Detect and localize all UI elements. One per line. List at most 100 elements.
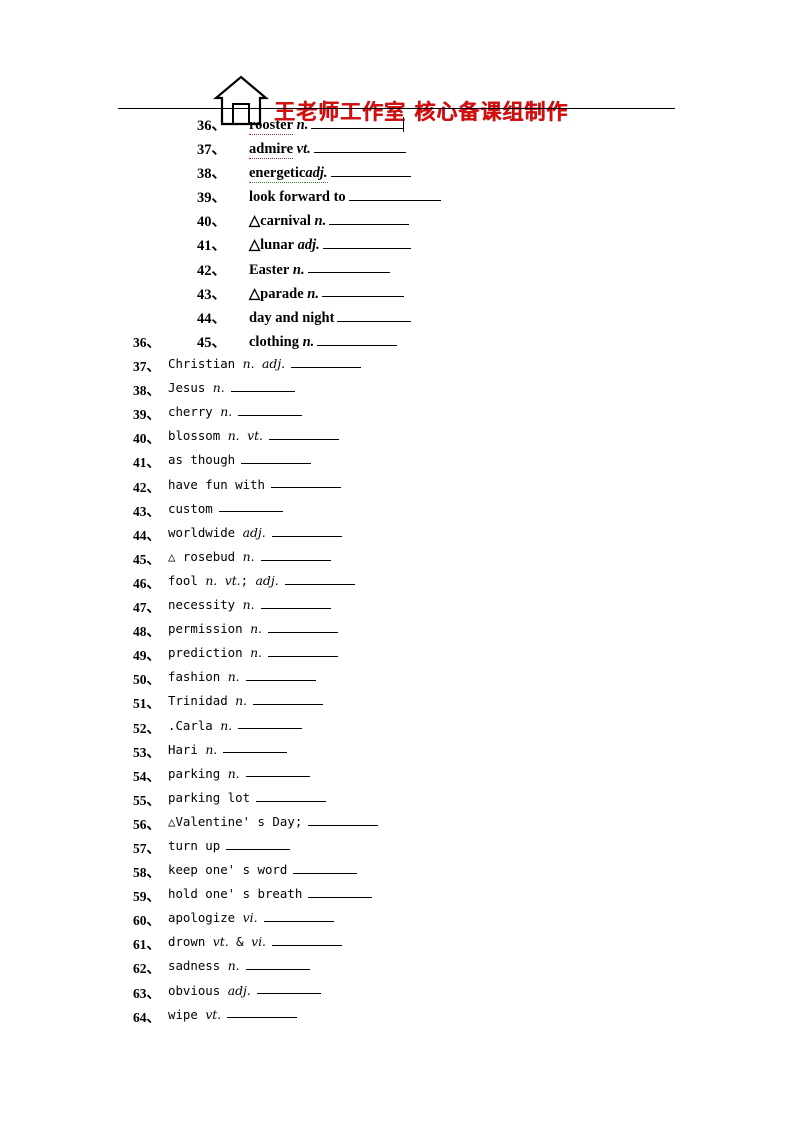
item-text: have fun with (168, 476, 341, 491)
part-of-speech: n. (227, 669, 240, 685)
part-of-speech: n. (227, 765, 240, 781)
item-number: 38、 (133, 383, 160, 399)
part-of-speech: n. (250, 644, 262, 660)
vocab-row: 47、 necessity n. (0, 594, 793, 618)
item-number: 37、 (133, 359, 160, 375)
vocab-row: 45、 △ rosebud n. (0, 546, 793, 570)
answer-blank[interactable] (311, 114, 404, 129)
part-of-speech: adj. (262, 355, 286, 371)
vocab-list-main: 36、 37、 Christian n. adj. 38、 Jesus n. 39、 che… (0, 329, 793, 1028)
part-of-speech: adj. (242, 524, 266, 540)
item-text: △carnival n. (249, 210, 410, 230)
answer-blank[interactable] (227, 1006, 298, 1019)
answer-blank[interactable] (245, 668, 316, 682)
answer-blank[interactable] (260, 548, 331, 561)
item-text: Jesus n. (168, 379, 295, 395)
item-number: 46、 (133, 575, 160, 591)
part-of-speech: vt. (247, 428, 263, 444)
answer-blank[interactable] (270, 476, 341, 489)
answer-blank[interactable] (267, 620, 338, 633)
word: look forward to (249, 189, 346, 206)
item-number: 53、 (133, 744, 160, 760)
item-number: 59、 (133, 889, 160, 905)
answer-blank[interactable] (256, 789, 327, 802)
vocab-row: 49、 prediction n. (0, 642, 793, 666)
item-number: 45、 (133, 551, 160, 567)
vocab-row: 53、 Hari n. (0, 739, 793, 763)
item-text: .Carla n. (168, 717, 303, 732)
answer-blank[interactable] (253, 692, 324, 706)
word: parade (260, 285, 304, 302)
part-of-speech: adj. (305, 164, 328, 183)
answer-blank[interactable] (321, 283, 404, 298)
item-number: 52、 (133, 720, 160, 736)
answer-blank[interactable] (291, 355, 362, 368)
vocab-row: 44、 day and night (0, 305, 793, 329)
vocab-row: 48、 permission n. (0, 618, 793, 642)
item-number: 57、 (133, 840, 160, 856)
part-of-speech: n. (227, 428, 240, 444)
answer-blank[interactable] (241, 451, 312, 465)
answer-blank[interactable] (238, 403, 303, 417)
answer-blank[interactable] (329, 210, 410, 226)
answer-blank[interactable] (313, 138, 406, 153)
item-text: drown vt. & vi. (168, 933, 342, 949)
answer-blank[interactable] (245, 957, 310, 971)
answer-blank[interactable] (308, 885, 373, 898)
answer-blank[interactable] (348, 186, 441, 202)
answer-blank[interactable] (267, 644, 338, 657)
answer-blank[interactable] (218, 500, 283, 513)
part-of-speech: vi. (251, 934, 266, 950)
document-header: 王老师工作室 核心备课组制作 (0, 36, 793, 126)
answer-blank[interactable] (226, 837, 291, 850)
item-text: △parade n. (249, 283, 404, 303)
vocab-row: 61、 drown vt. & vi. (0, 931, 793, 955)
part-of-speech: vt. (212, 934, 229, 950)
vocab-row: 50、 fashion n. (0, 666, 793, 690)
vocab-row: 55、 parking lot (0, 787, 793, 811)
answer-blank[interactable] (271, 524, 342, 537)
answer-blank[interactable] (230, 379, 295, 392)
item-number: 42、 (197, 262, 226, 279)
answer-blank[interactable] (256, 982, 321, 995)
part-of-speech: n. (220, 404, 233, 420)
answer-blank[interactable] (322, 234, 411, 250)
vocab-row: 51、 Trinidad n. (0, 690, 793, 714)
answer-blank[interactable] (284, 572, 355, 585)
answer-blank[interactable] (269, 427, 339, 441)
item-text: look forward to (249, 186, 441, 206)
word: carnival (260, 213, 311, 230)
item-text: blossom n. vt. (168, 427, 339, 443)
answer-blank[interactable] (260, 596, 331, 609)
part-of-speech: n. (293, 116, 309, 133)
triangle-marker: △ (249, 213, 261, 230)
item-text: as though (168, 451, 312, 467)
vocab-row: 62、 sadness n. (0, 955, 793, 979)
item-number: 42、 (133, 479, 160, 495)
vocab-row: 58、 keep one' s word (0, 859, 793, 883)
part-of-speech: adj. (255, 572, 279, 588)
answer-blank[interactable] (271, 933, 342, 947)
item-number: 39、 (133, 407, 160, 423)
item-text: hold one' s breath (168, 885, 373, 901)
item-text: Hari n. (168, 741, 288, 756)
answer-blank[interactable] (337, 307, 412, 322)
part-of-speech: n. (242, 548, 255, 564)
item-number: 55、 (133, 792, 160, 808)
part-of-speech: n. (212, 379, 225, 395)
answer-blank[interactable] (308, 813, 379, 826)
answer-blank[interactable] (307, 259, 390, 274)
answer-blank[interactable] (245, 765, 310, 778)
item-number: 43、 (197, 286, 226, 303)
item-text: △ rosebud n. (168, 548, 331, 564)
item-text: Easter n. (249, 259, 390, 279)
answer-blank[interactable] (238, 717, 303, 730)
answer-blank[interactable] (263, 909, 334, 923)
item-number: 54、 (133, 768, 160, 784)
answer-blank[interactable] (330, 162, 411, 177)
part-of-speech: adj. (227, 982, 251, 998)
answer-blank[interactable] (223, 741, 288, 754)
item-number: 47、 (133, 600, 160, 616)
item-text: fool n. vt.; adj. (168, 572, 355, 588)
answer-blank[interactable] (293, 861, 358, 874)
